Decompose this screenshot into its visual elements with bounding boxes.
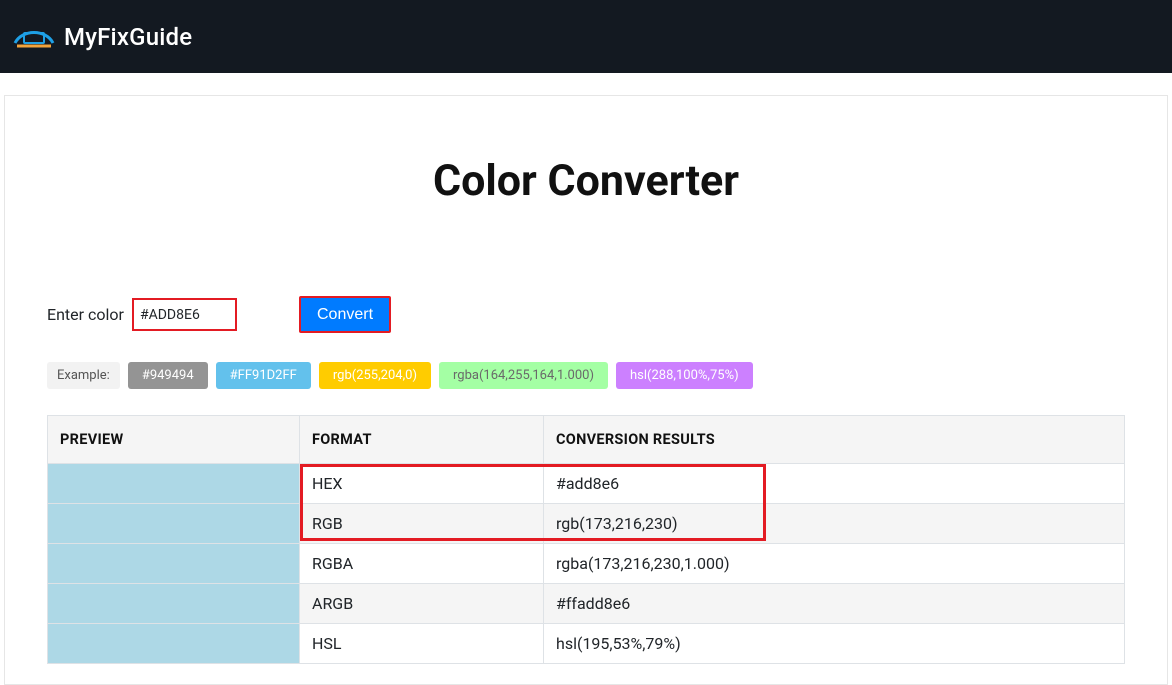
site-header: MyFixGuide [0, 0, 1172, 73]
input-row: Enter color #ADD8E6 Convert [47, 296, 1125, 333]
value-cell: hsl(195,53%,79%) [544, 624, 1125, 664]
preview-swatch [48, 544, 300, 584]
col-header-preview: PREVIEW [48, 416, 300, 464]
example-chip[interactable]: #FF91D2FF [216, 362, 311, 389]
results-table: PREVIEW FORMAT CONVERSION RESULTS HEX #a… [47, 415, 1125, 664]
col-header-results: CONVERSION RESULTS [544, 416, 1125, 464]
example-chip[interactable]: hsl(288,100%,75%) [616, 362, 753, 389]
example-chip[interactable]: rgb(255,204,0) [319, 362, 431, 389]
table-row: HSL hsl(195,53%,79%) [48, 624, 1125, 664]
content-card: Color Converter Enter color #ADD8E6 Conv… [4, 95, 1168, 685]
example-chip[interactable]: rgba(164,255,164,1.000) [439, 362, 608, 389]
logo-icon [12, 19, 56, 55]
col-header-format: FORMAT [300, 416, 544, 464]
format-cell: HSL [300, 624, 544, 664]
table-row: HEX #add8e6 [48, 464, 1125, 504]
example-chip[interactable]: #949494 [128, 362, 208, 389]
page-title: Color Converter [47, 156, 1125, 206]
value-cell: #ffadd8e6 [544, 584, 1125, 624]
format-cell: ARGB [300, 584, 544, 624]
color-input[interactable]: #ADD8E6 [132, 298, 237, 331]
color-input-value: #ADD8E6 [140, 307, 200, 323]
examples-row: Example: #949494 #FF91D2FF rgb(255,204,0… [47, 361, 1125, 389]
table-row: RGBA rgba(173,216,230,1.000) [48, 544, 1125, 584]
value-cell: rgb(173,216,230) [544, 504, 1125, 544]
input-label: Enter color [47, 305, 124, 324]
preview-swatch [48, 584, 300, 624]
preview-swatch [48, 464, 300, 504]
value-cell: #add8e6 [544, 464, 1125, 504]
table-row: RGB rgb(173,216,230) [48, 504, 1125, 544]
brand-block[interactable]: MyFixGuide [12, 19, 192, 55]
preview-swatch [48, 624, 300, 664]
table-row: ARGB #ffadd8e6 [48, 584, 1125, 624]
examples-label: Example: [47, 362, 120, 389]
format-cell: RGBA [300, 544, 544, 584]
page-body: Color Converter Enter color #ADD8E6 Conv… [0, 73, 1172, 685]
brand-name: MyFixGuide [64, 23, 192, 51]
preview-swatch [48, 504, 300, 544]
format-cell: HEX [300, 464, 544, 504]
format-cell: RGB [300, 504, 544, 544]
convert-button[interactable]: Convert [299, 296, 391, 333]
value-cell: rgba(173,216,230,1.000) [544, 544, 1125, 584]
